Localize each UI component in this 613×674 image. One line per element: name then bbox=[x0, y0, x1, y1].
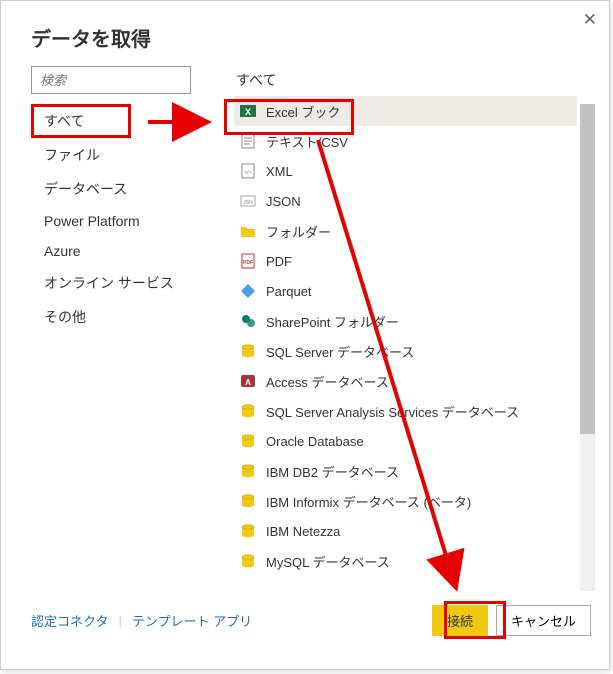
connector-label: Access データベース bbox=[266, 372, 389, 391]
json-icon: JSN bbox=[240, 193, 256, 209]
category-label: データベース bbox=[44, 181, 127, 197]
category-label: オンライン サービス bbox=[44, 275, 174, 291]
category-item[interactable]: データベース bbox=[31, 172, 196, 206]
dialog-title: データを取得 bbox=[1, 1, 609, 66]
connector-label: IBM DB2 データベース bbox=[266, 462, 399, 481]
connector-item[interactable]: IBM Netezza bbox=[234, 516, 577, 546]
db-icon bbox=[240, 343, 256, 359]
sidebar: すべてファイルデータベース Power Platform Azure オンライン サー… bbox=[31, 66, 196, 591]
connector-item[interactable]: テキスト/CSV bbox=[234, 126, 577, 156]
connector-label: IBM Netezza bbox=[266, 524, 340, 539]
dialog-footer: 認定コネクタ | テンプレート アプリ 接続 キャンセル bbox=[1, 591, 609, 650]
get-data-dialog: ✕ データを取得 すべてファイルデータベース Power Platform Azur… bbox=[0, 0, 610, 670]
certified-connectors-link[interactable]: 認定コネクタ bbox=[31, 611, 108, 630]
category-label: その他 bbox=[44, 309, 86, 325]
connector-item[interactable]: IBM Informix データベース (ベータ) bbox=[234, 486, 577, 516]
connector-label: PDF bbox=[266, 254, 292, 269]
connector-item[interactable]: MySQL データベース bbox=[234, 546, 577, 576]
category-label: Azure bbox=[44, 243, 81, 259]
close-button[interactable]: ✕ bbox=[583, 11, 597, 28]
category-item[interactable]: Power Platform bbox=[31, 206, 196, 236]
category-item[interactable]: すべて bbox=[31, 104, 196, 138]
sharepoint-icon bbox=[240, 313, 256, 329]
excel-icon: X bbox=[240, 103, 256, 119]
connector-item[interactable]: SQL Server Analysis Services データベース bbox=[234, 396, 577, 426]
connector-item[interactable]: IBM DB2 データベース bbox=[234, 456, 577, 486]
connector-item[interactable]: </> XML bbox=[234, 156, 577, 186]
parquet-icon bbox=[240, 283, 256, 299]
svg-text:JSN: JSN bbox=[243, 200, 253, 206]
category-item[interactable]: オンライン サービス bbox=[31, 266, 196, 300]
xml-icon: </> bbox=[240, 163, 256, 179]
connector-item[interactable]: PDF PDF bbox=[234, 246, 577, 276]
svg-text:PDF: PDF bbox=[243, 260, 253, 266]
connector-label: SQL Server Analysis Services データベース bbox=[266, 402, 519, 421]
connector-item[interactable]: フォルダー bbox=[234, 216, 577, 246]
connector-label: テキスト/CSV bbox=[266, 132, 348, 151]
db-icon bbox=[240, 493, 256, 509]
category-label: ファイル bbox=[44, 147, 100, 163]
close-icon: ✕ bbox=[583, 10, 597, 29]
db-icon bbox=[240, 523, 256, 539]
connector-item[interactable]: Parquet bbox=[234, 276, 577, 306]
connector-label: Excel ブック bbox=[266, 102, 340, 121]
connector-list-container: XExcel ブックテキスト/CSV</>XMLJSNJSONフォルダーPDFP… bbox=[234, 96, 595, 591]
connector-label: SQL Server データベース bbox=[266, 342, 414, 361]
connector-label: Oracle Database bbox=[266, 434, 364, 449]
dialog-content: すべてファイルデータベース Power Platform Azure オンライン サー… bbox=[1, 66, 609, 591]
connector-item[interactable]: SharePoint フォルダー bbox=[234, 306, 577, 336]
list-title: すべて bbox=[234, 66, 595, 96]
search-input[interactable] bbox=[31, 66, 191, 94]
connector-label: フォルダー bbox=[266, 222, 331, 241]
text-icon bbox=[240, 133, 256, 149]
pdf-icon: PDF bbox=[240, 253, 256, 269]
access-icon: A bbox=[240, 373, 256, 389]
cancel-button[interactable]: キャンセル bbox=[496, 605, 591, 636]
category-label: すべて bbox=[44, 113, 84, 129]
category-item[interactable]: Azure bbox=[31, 236, 196, 266]
connect-button[interactable]: 接続 bbox=[432, 605, 488, 636]
category-item[interactable]: その他 bbox=[31, 300, 196, 334]
template-apps-link[interactable]: テンプレート アプリ bbox=[132, 611, 252, 630]
connector-label: JSON bbox=[266, 194, 301, 209]
connector-label: Parquet bbox=[266, 284, 312, 299]
folder-icon bbox=[240, 223, 256, 239]
connector-item[interactable]: Oracle Database bbox=[234, 426, 577, 456]
db-icon bbox=[240, 433, 256, 449]
category-label: Power Platform bbox=[44, 213, 140, 229]
main-panel: すべて X Excel ブックテキスト/CSV </> XML JSN JSON フォルダー… bbox=[196, 66, 595, 591]
connector-list: XExcel ブックテキスト/CSV</>XMLJSNJSONフォルダーPDFP… bbox=[234, 96, 595, 576]
connector-label: IBM Informix データベース (ベータ) bbox=[266, 492, 471, 511]
connector-label: SharePoint フォルダー bbox=[266, 312, 399, 331]
db-icon bbox=[240, 463, 256, 479]
connector-item[interactable]: A Access データベース bbox=[234, 366, 577, 396]
category-item[interactable]: ファイル bbox=[31, 138, 196, 172]
connector-item[interactable]: JSN JSON bbox=[234, 186, 577, 216]
connector-label: MySQL データベース bbox=[266, 552, 390, 571]
connector-item[interactable]: X Excel ブック bbox=[234, 96, 577, 126]
db-icon bbox=[240, 403, 256, 419]
footer-links: 認定コネクタ | テンプレート アプリ bbox=[31, 611, 252, 630]
svg-text:</>: </> bbox=[244, 170, 251, 176]
separator: | bbox=[118, 613, 121, 628]
scrollbar-thumb[interactable] bbox=[580, 104, 595, 434]
connector-label: XML bbox=[266, 164, 293, 179]
db-icon bbox=[240, 553, 256, 569]
connector-item[interactable]: SQL Server データベース bbox=[234, 336, 577, 366]
category-list: すべてファイルデータベース Power Platform Azure オンライン サー… bbox=[31, 104, 196, 334]
svg-text:A: A bbox=[245, 378, 251, 387]
svg-text:X: X bbox=[245, 107, 251, 117]
